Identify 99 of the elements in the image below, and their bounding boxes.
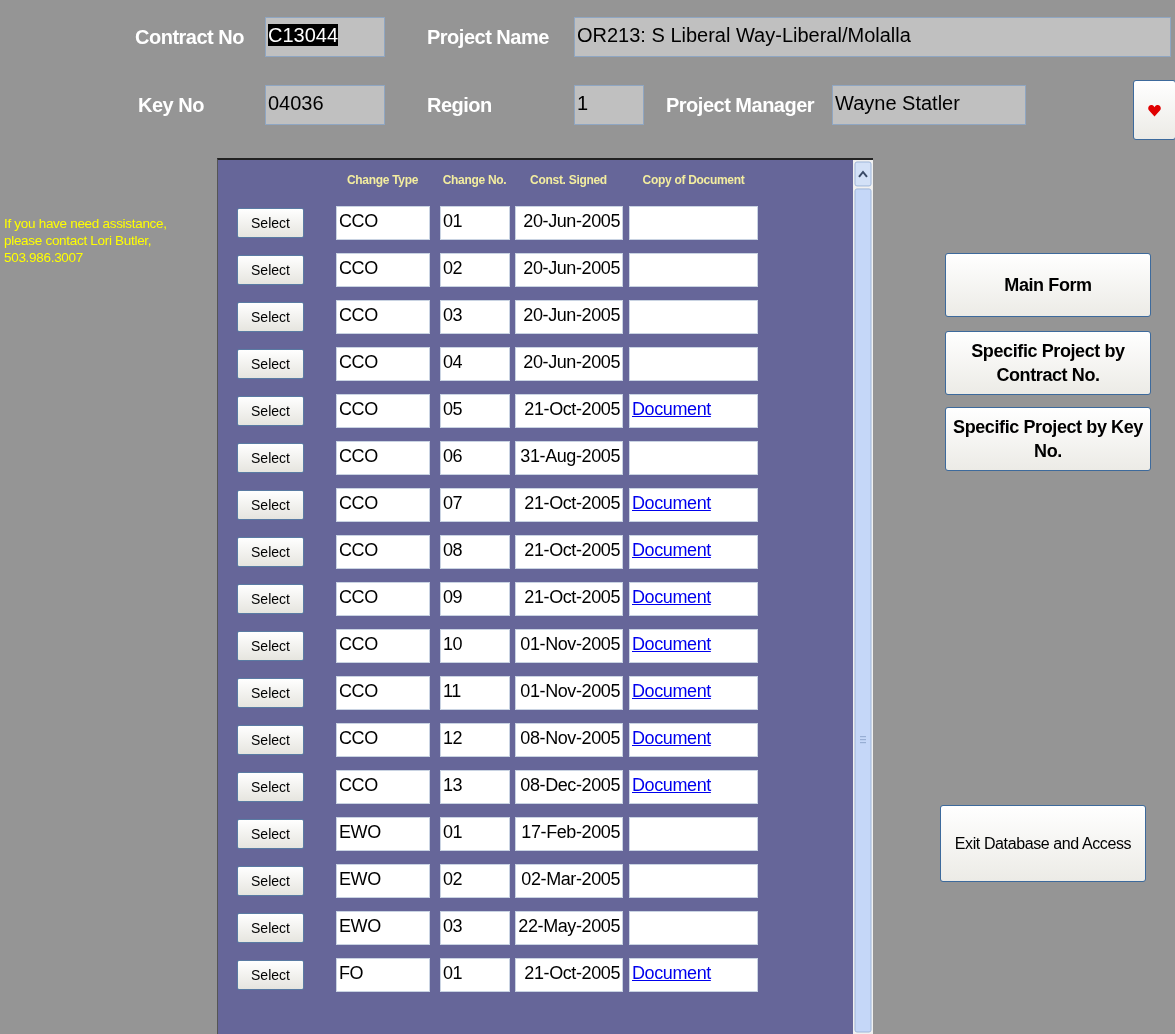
change-no-field[interactable]: 12 [440, 722, 510, 757]
const-signed-field[interactable]: 21-Oct-2005 [515, 393, 623, 428]
const-signed-field[interactable]: 20-Jun-2005 [515, 299, 623, 334]
const-signed-field[interactable]: 20-Jun-2005 [515, 346, 623, 381]
select-button[interactable]: Select [237, 677, 304, 708]
change-no-field[interactable]: 04 [440, 346, 510, 381]
change-no-field[interactable]: 01 [440, 816, 510, 851]
change-no-field[interactable]: 06 [440, 440, 510, 475]
nav-button[interactable]: Specific Project by Key No. [945, 407, 1151, 471]
change-type-field[interactable]: CCO [336, 581, 430, 616]
key-no-field[interactable]: 04036 [265, 85, 385, 125]
select-button[interactable]: Select [237, 724, 304, 755]
const-signed-field[interactable]: 22-May-2005 [515, 910, 623, 945]
const-signed-field[interactable]: 21-Oct-2005 [515, 487, 623, 522]
document-link[interactable]: Document [632, 680, 711, 701]
heart-icon [1148, 103, 1161, 117]
field-label: Project Name [427, 25, 550, 49]
change-no-field[interactable]: 03 [440, 299, 510, 334]
const-signed-field[interactable]: 31-Aug-2005 [515, 440, 623, 475]
change-no-field[interactable]: 01 [440, 205, 510, 240]
select-button[interactable]: Select [237, 630, 304, 661]
document-link[interactable]: Document [632, 586, 711, 607]
change-type-field[interactable]: CCO [336, 722, 430, 757]
change-type-field[interactable]: EWO [336, 863, 430, 898]
document-link[interactable]: Document [632, 727, 711, 748]
select-button[interactable]: Select [237, 818, 304, 849]
change-type-field[interactable]: CCO [336, 769, 430, 804]
field-label: Region [427, 93, 492, 117]
column-header: Const. Signed [529, 173, 608, 187]
change-type-field[interactable]: FO [336, 957, 430, 992]
field-label: Key No [138, 93, 205, 117]
select-button[interactable]: Select [237, 442, 304, 473]
select-button[interactable]: Select [237, 254, 304, 285]
nav-button[interactable]: Main Form [945, 253, 1151, 317]
heart-button[interactable] [1133, 80, 1175, 140]
change-no-field[interactable]: 03 [440, 910, 510, 945]
nav-button[interactable]: Specific Project by Contract No. [945, 331, 1151, 395]
region-field[interactable]: 1 [574, 85, 644, 125]
select-button[interactable]: Select [237, 583, 304, 614]
change-type-field[interactable]: CCO [336, 440, 430, 475]
change-no-field[interactable]: 08 [440, 534, 510, 569]
exit-button[interactable]: Exit Database and Access [940, 805, 1146, 882]
const-signed-field[interactable]: 02-Mar-2005 [515, 863, 623, 898]
change-type-field[interactable]: EWO [336, 816, 430, 851]
document-link[interactable]: Document [632, 539, 711, 560]
change-no-field[interactable]: 09 [440, 581, 510, 616]
const-signed-field[interactable]: 01-Nov-2005 [515, 675, 623, 710]
select-button[interactable]: Select [237, 348, 304, 379]
select-button[interactable]: Select [237, 207, 304, 238]
document-link[interactable]: Document [632, 774, 711, 795]
change-type-field[interactable]: CCO [336, 487, 430, 522]
const-signed-field[interactable]: 08-Nov-2005 [515, 722, 623, 757]
document-link[interactable]: Document [632, 398, 711, 419]
const-signed-field[interactable]: 21-Oct-2005 [515, 957, 623, 992]
change-type-field[interactable]: CCO [336, 205, 430, 240]
field-label: Project Manager [666, 93, 816, 117]
help-text: If you have need assistance, please contact Lori Butler, 503.986.3007 [4, 215, 168, 266]
const-signed-field[interactable]: 21-Oct-2005 [515, 581, 623, 616]
select-button[interactable]: Select [237, 489, 304, 520]
document-link[interactable]: Document [632, 492, 711, 513]
change-type-field[interactable]: CCO [336, 299, 430, 334]
const-signed-field[interactable]: 01-Nov-2005 [515, 628, 623, 663]
change-type-field[interactable]: CCO [336, 675, 430, 710]
change-type-field[interactable]: CCO [336, 346, 430, 381]
project-name-field[interactable]: OR213: S Liberal Way-Liberal/Molalla [574, 17, 1171, 57]
change-type-field[interactable]: CCO [336, 252, 430, 287]
select-button[interactable]: Select [237, 395, 304, 426]
change-no-field[interactable]: 13 [440, 769, 510, 804]
column-header: Copy of Document [641, 173, 746, 187]
select-button[interactable]: Select [237, 536, 304, 567]
change-no-field[interactable]: 02 [440, 252, 510, 287]
contract-no-field[interactable]: C13044 [265, 17, 385, 57]
change-type-field[interactable]: CCO [336, 393, 430, 428]
select-button[interactable]: Select [237, 301, 304, 332]
field-label: Contract No [135, 25, 245, 49]
column-header: Change Type [345, 173, 420, 187]
select-button[interactable]: Select [237, 912, 304, 943]
change-type-field[interactable]: CCO [336, 628, 430, 663]
document-link[interactable]: Document [632, 962, 711, 983]
change-type-field[interactable]: EWO [336, 910, 430, 945]
project-manager-field[interactable]: Wayne Statler [832, 85, 1026, 125]
change-no-field[interactable]: 05 [440, 393, 510, 428]
const-signed-field[interactable]: 20-Jun-2005 [515, 252, 623, 287]
scrollbar[interactable] [853, 160, 873, 1034]
change-type-field[interactable]: CCO [336, 534, 430, 569]
select-button[interactable]: Select [237, 959, 304, 990]
const-signed-field[interactable]: 20-Jun-2005 [515, 205, 623, 240]
const-signed-field[interactable]: 21-Oct-2005 [515, 534, 623, 569]
change-no-field[interactable]: 11 [440, 675, 510, 710]
document-link[interactable]: Document [632, 633, 711, 654]
change-no-field[interactable]: 10 [440, 628, 510, 663]
column-header: Change No. [441, 173, 508, 187]
select-button[interactable]: Select [237, 771, 304, 802]
change-no-field[interactable]: 01 [440, 957, 510, 992]
const-signed-field[interactable]: 08-Dec-2005 [515, 769, 623, 804]
select-button[interactable]: Select [237, 865, 304, 896]
const-signed-field[interactable]: 17-Feb-2005 [515, 816, 623, 851]
change-no-field[interactable]: 02 [440, 863, 510, 898]
change-no-field[interactable]: 07 [440, 487, 510, 522]
